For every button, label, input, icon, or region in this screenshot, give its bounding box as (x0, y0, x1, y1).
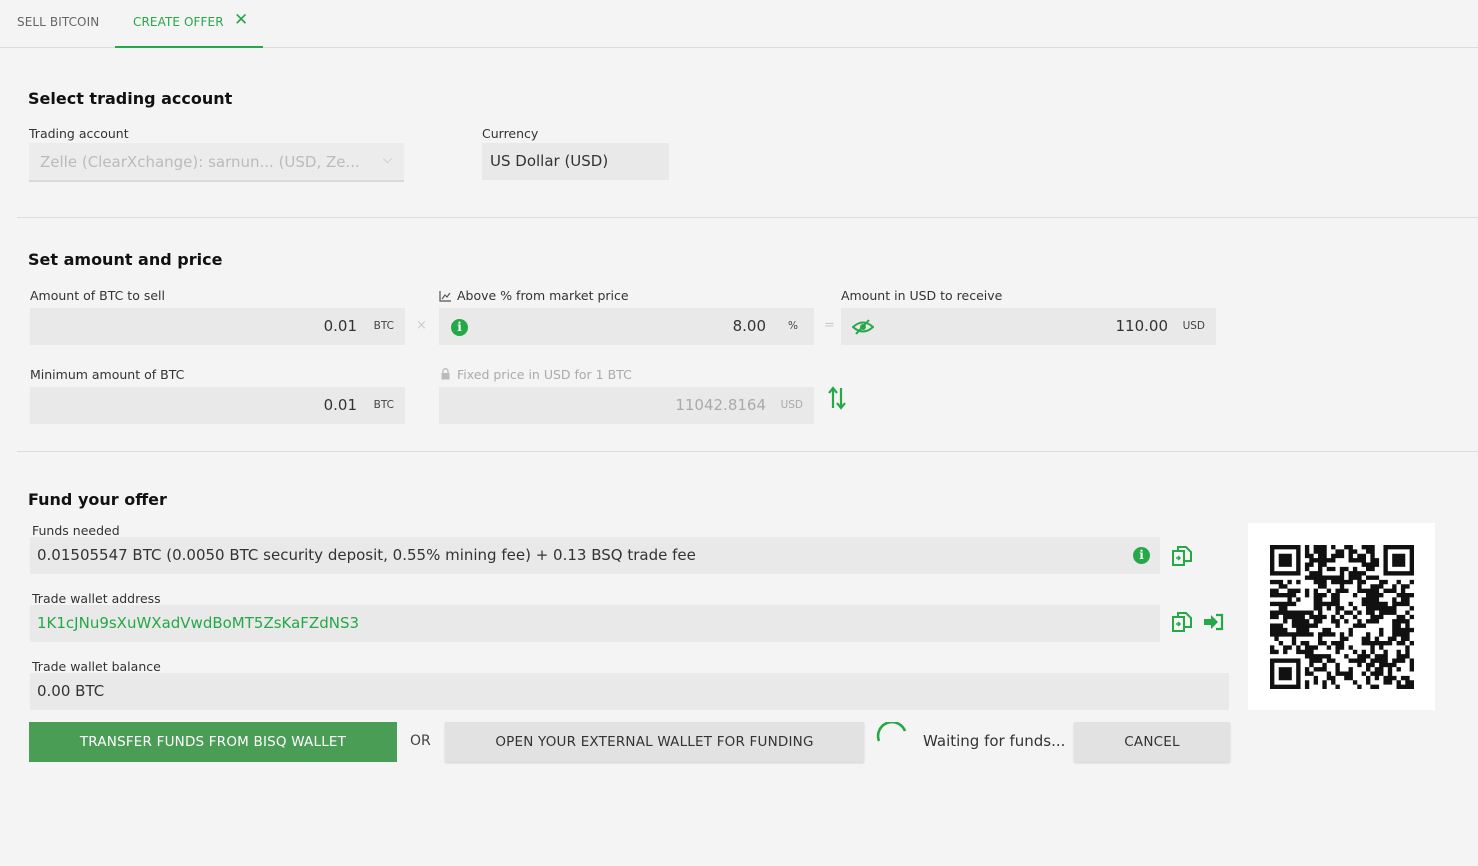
equals-symbol: = (824, 318, 835, 333)
spinner-icon (876, 722, 907, 742)
multiply-symbol: × (416, 318, 427, 333)
section-title-fund-offer: Fund your offer (28, 490, 167, 509)
info-icon[interactable]: i (1133, 547, 1150, 564)
min-amount-value: 0.01 (323, 396, 357, 414)
trading-account-select[interactable]: Zelle (ClearXchange): sarnun... (USD, Ze… (29, 143, 404, 182)
wallet-address-value[interactable]: 1K1cJNu9sXuWXadVwdBoMT5ZsKaFZdNS3 (37, 605, 359, 642)
wallet-address-label: Trade wallet address (32, 591, 161, 606)
funds-needed-field: 0.01505547 BTC (0.0050 BTC security depo… (30, 537, 1160, 574)
eye-slash-icon[interactable] (852, 319, 874, 335)
amount-label: Amount of BTC to sell (30, 288, 165, 303)
lock-icon (441, 368, 450, 380)
receive-value: 110.00 (1115, 317, 1169, 335)
currency-label: Currency (482, 126, 539, 141)
section-title-trading-account: Select trading account (28, 89, 233, 108)
chart-icon (439, 291, 451, 302)
percent-label: Above % from market price (439, 288, 629, 303)
receive-input[interactable]: 110.00 USD (841, 308, 1216, 345)
transfer-funds-button[interactable]: TRANSFER FUNDS FROM BISQ WALLET (29, 722, 397, 762)
divider (17, 217, 1478, 218)
copy-icon[interactable] (1171, 611, 1193, 633)
section-title-amount-price: Set amount and price (28, 250, 223, 269)
open-external-wallet-button[interactable]: OPEN YOUR EXTERNAL WALLET FOR FUNDING (445, 722, 864, 762)
funds-needed-value: 0.01505547 BTC (0.0050 BTC security depo… (37, 546, 696, 564)
percent-input[interactable]: i 8.00 % (439, 308, 814, 345)
tab-bar: SELL BITCOIN CREATE OFFER ✕ (0, 0, 1478, 48)
currency-field: US Dollar (USD) (482, 143, 669, 180)
qr-code[interactable] (1248, 523, 1435, 710)
amount-value: 0.01 (323, 317, 357, 335)
receive-unit: USD (1182, 320, 1205, 332)
fixed-price-label-text: Fixed price in USD for 1 BTC (457, 367, 632, 382)
or-label: OR (410, 733, 431, 749)
currency-value: US Dollar (USD) (490, 152, 609, 170)
wallet-balance-label: Trade wallet balance (32, 659, 161, 674)
cancel-button[interactable]: CANCEL (1074, 722, 1230, 762)
info-icon[interactable]: i (451, 319, 468, 336)
fixed-price-label: Fixed price in USD for 1 BTC (439, 367, 632, 382)
wallet-balance-field: 0.00 BTC (30, 673, 1229, 710)
tab-sell-bitcoin[interactable]: SELL BITCOIN (17, 0, 99, 48)
copy-icon[interactable] (1171, 545, 1193, 567)
percent-unit: % (788, 320, 798, 332)
fixed-price-unit: USD (780, 399, 803, 411)
wallet-address-field[interactable]: 1K1cJNu9sXuWXadVwdBoMT5ZsKaFZdNS3 (30, 605, 1160, 642)
close-icon[interactable]: ✕ (234, 10, 248, 30)
wallet-balance-value: 0.00 BTC (37, 682, 105, 700)
min-amount-unit: BTC (373, 399, 394, 411)
qr-code-image (1270, 545, 1414, 689)
trading-account-label: Trading account (29, 126, 129, 141)
waiting-status: Waiting for funds... (923, 732, 1066, 750)
trading-account-value: Zelle (ClearXchange): sarnun... (USD, Ze… (40, 153, 360, 171)
percent-value: 8.00 (732, 317, 766, 335)
min-amount-input[interactable]: 0.01 BTC (30, 387, 405, 424)
amount-input[interactable]: 0.01 BTC (30, 308, 405, 345)
fixed-price-input: 11042.8164 USD (439, 387, 814, 424)
fixed-price-value: 11042.8164 (675, 396, 766, 414)
amount-unit: BTC (373, 320, 394, 332)
chevron-down-icon: ⌵ (382, 152, 392, 166)
open-wallet-icon[interactable] (1203, 613, 1224, 631)
swap-arrows-icon[interactable] (827, 386, 847, 410)
funds-needed-label: Funds needed (32, 523, 120, 538)
divider (17, 451, 1478, 452)
receive-label: Amount in USD to receive (841, 288, 1003, 303)
min-amount-label: Minimum amount of BTC (30, 367, 185, 382)
percent-label-text: Above % from market price (457, 288, 629, 303)
